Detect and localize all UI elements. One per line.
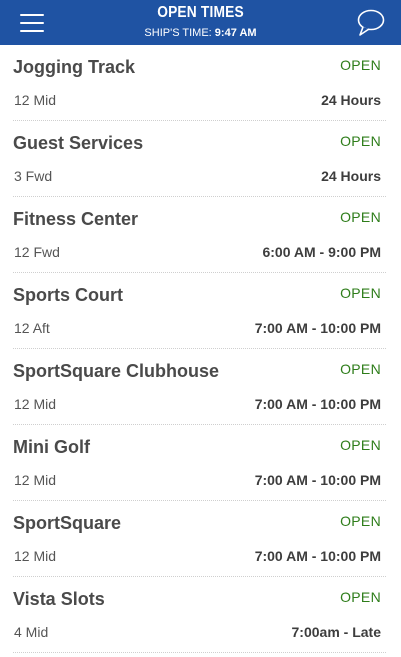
venue-name: Fitness Center bbox=[13, 209, 139, 229]
venue-name: SportSquare Clubhouse bbox=[13, 361, 220, 381]
venue-row[interactable]: Guest Services OPEN 3 Fwd 24 Hours bbox=[0, 121, 401, 197]
venue-location: 12 Aft bbox=[14, 320, 50, 336]
venue-row[interactable]: SportSquare Clubhouse OPEN 12 Mid 7:00 A… bbox=[0, 349, 401, 425]
venue-status: OPEN bbox=[340, 589, 381, 605]
venue-location: 12 Mid bbox=[14, 472, 57, 488]
venue-status: OPEN bbox=[340, 133, 381, 149]
venue-status: OPEN bbox=[340, 513, 381, 529]
venue-row[interactable]: SportSquare OPEN 12 Mid 7:00 AM - 10:00 … bbox=[0, 501, 401, 577]
venue-list: Jogging Track OPEN 12 Mid 24 Hours Guest… bbox=[0, 45, 401, 653]
venue-name: Mini Golf bbox=[13, 437, 90, 457]
ships-time-label: SHIP'S TIME: bbox=[144, 27, 212, 39]
venue-row[interactable]: Jogging Track OPEN 12 Mid 24 Hours bbox=[0, 45, 401, 121]
venue-status: OPEN bbox=[340, 361, 381, 377]
venue-name: SportSquare bbox=[13, 513, 122, 533]
venue-hours: 24 Hours bbox=[321, 92, 381, 108]
venue-location: 12 Fwd bbox=[14, 244, 60, 260]
venue-status: OPEN bbox=[340, 209, 381, 225]
venue-row[interactable]: Fitness Center OPEN 12 Fwd 6:00 AM - 9:0… bbox=[0, 197, 401, 273]
divider bbox=[13, 652, 386, 653]
venue-status: OPEN bbox=[340, 437, 381, 453]
venue-location: 12 Mid bbox=[14, 548, 57, 564]
venue-location: 4 Mid bbox=[14, 624, 49, 640]
venue-name: Jogging Track bbox=[13, 57, 136, 77]
chat-bubble-icon[interactable] bbox=[355, 8, 387, 38]
venue-status: OPEN bbox=[340, 285, 381, 301]
venue-hours: 7:00am - Late bbox=[291, 624, 381, 640]
venue-name: Sports Court bbox=[13, 285, 123, 305]
venue-location: 12 Mid bbox=[14, 92, 57, 108]
venue-hours: 24 Hours bbox=[321, 168, 381, 184]
venue-hours: 7:00 AM - 10:00 PM bbox=[254, 396, 381, 412]
venue-row[interactable]: Sports Court OPEN 12 Aft 7:00 AM - 10:00… bbox=[0, 273, 401, 349]
venue-hours: 7:00 AM - 10:00 PM bbox=[254, 320, 381, 336]
venue-name: Guest Services bbox=[13, 133, 144, 153]
venue-hours: 7:00 AM - 10:00 PM bbox=[254, 548, 381, 564]
venue-location: 12 Mid bbox=[14, 396, 57, 412]
venue-hours: 6:00 AM - 9:00 PM bbox=[262, 244, 381, 260]
page-title: OPEN TIMES bbox=[157, 4, 244, 21]
venue-hours: 7:00 AM - 10:00 PM bbox=[254, 472, 381, 488]
venue-row[interactable]: Mini Golf OPEN 12 Mid 7:00 AM - 10:00 PM bbox=[0, 425, 401, 501]
top-bar: OPEN TIMES SHIP'S TIME: 9:47 AM bbox=[0, 0, 401, 45]
venue-location: 3 Fwd bbox=[14, 168, 53, 184]
venue-row[interactable]: Vista Slots OPEN 4 Mid 7:00am - Late bbox=[0, 577, 401, 653]
venue-name: Vista Slots bbox=[13, 589, 105, 609]
open-times-screen: OPEN TIMES SHIP'S TIME: 9:47 AM Jogging … bbox=[0, 0, 401, 657]
ships-time-value: 9:47 AM bbox=[214, 27, 257, 39]
ships-time: SHIP'S TIME: 9:47 AM bbox=[0, 27, 401, 39]
venue-status: OPEN bbox=[340, 57, 381, 73]
